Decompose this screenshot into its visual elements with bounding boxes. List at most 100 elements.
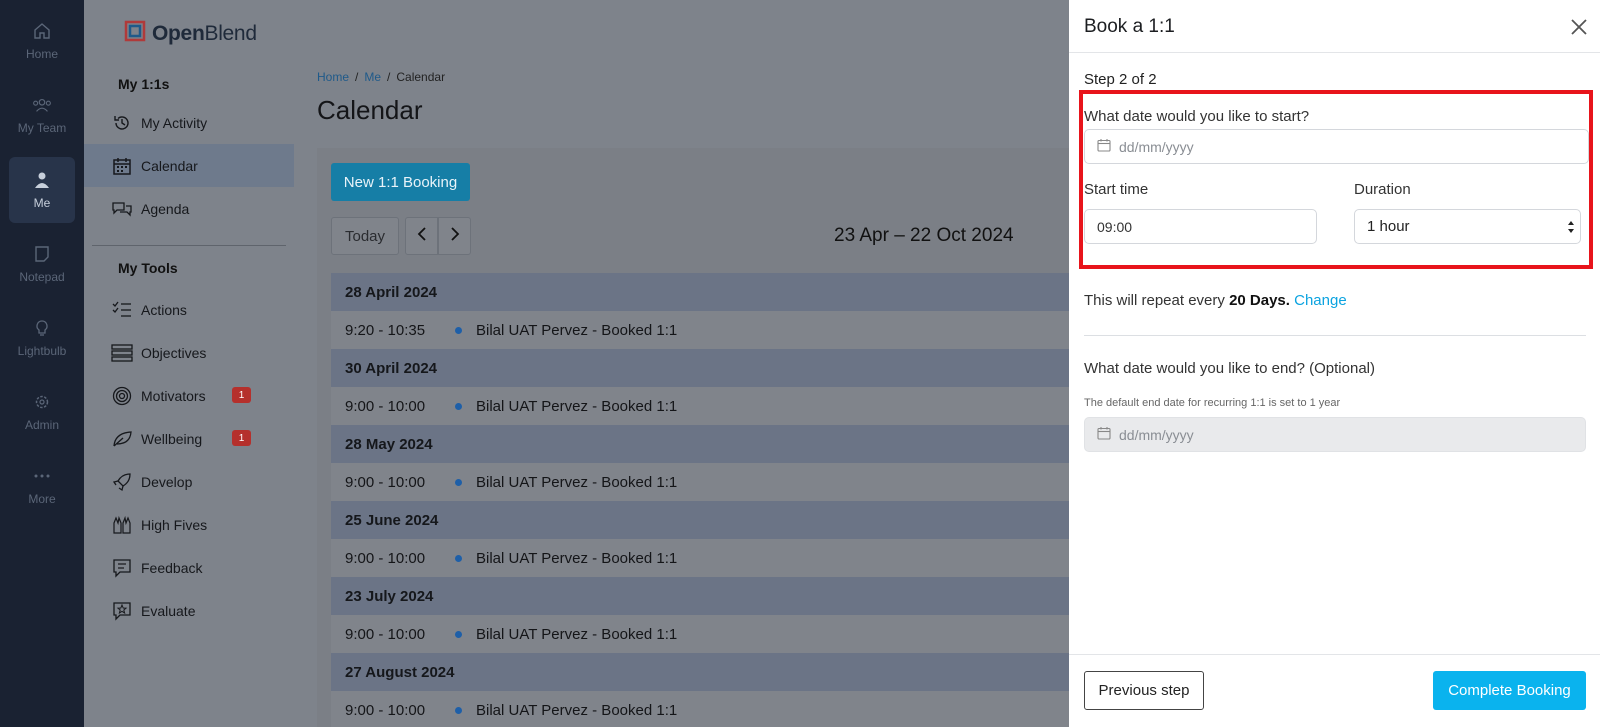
modal-divider [1084,335,1586,336]
rail-item-admin[interactable]: Admin [0,379,84,445]
section-heading-my-tools: My Tools [118,260,178,276]
sidebar-item-label: Feedback [141,559,203,576]
rail-item-my-team[interactable]: My Team [0,82,84,148]
event-title: Bilal UAT Pervez - Booked 1:1 [476,625,678,643]
sidebar-item-motivators[interactable]: Motivators 1 [84,374,294,417]
gear-icon [32,392,52,412]
sidebar-item-label: Calendar [141,157,198,174]
rail-item-lightbulb[interactable]: Lightbulb [0,305,84,371]
date-range-label: 23 Apr – 22 Oct 2024 [834,225,1014,246]
breadcrumb: Home / Me / Calendar [317,70,445,84]
breadcrumb-home[interactable]: Home [317,70,349,84]
agenda-day-header: 30 April 2024 [331,349,1069,387]
end-date-input[interactable]: dd/mm/yyyy [1084,417,1586,452]
more-icon [32,466,52,486]
start-date-input[interactable]: dd/mm/yyyy [1084,129,1589,164]
end-date-label: What date would you like to end? (Option… [1084,360,1375,377]
start-time-input[interactable]: 09:00 [1084,209,1317,244]
sidebar-item-evaluate[interactable]: Evaluate [84,589,294,632]
event-dot [455,402,462,410]
rail-item-label: Lightbulb [17,344,67,358]
agenda-event-row[interactable]: 9:00 - 10:00 Bilal UAT Pervez - Booked 1… [331,539,1069,577]
agenda-list: 28 April 2024 9:20 - 10:35 Bilal UAT Per… [331,273,1069,727]
high-five-icon [111,514,133,536]
leaf-icon [111,428,133,450]
sidebar-item-calendar[interactable]: Calendar [84,144,294,187]
notification-badge: 1 [232,387,251,403]
event-dot [455,554,462,562]
sidebar-item-feedback[interactable]: Feedback [84,546,294,589]
sidebar-divider [92,245,286,246]
agenda-event-row[interactable]: 9:20 - 10:35 Bilal UAT Pervez - Booked 1… [331,311,1069,349]
prev-range-button[interactable] [405,217,438,255]
main-content: Home / Me / Calendar Calendar New 1:1 Bo… [294,0,1069,727]
modal-title: Book a 1:1 [1084,16,1175,37]
step-indicator: Step 2 of 2 [1084,71,1157,88]
rail-item-me[interactable]: Me [9,157,75,223]
repeat-info: This will repeat every 20 Days. Change [1084,292,1347,309]
event-time: 9:00 - 10:00 [345,701,426,719]
sidebar-item-actions[interactable]: Actions [84,288,294,331]
calendar-icon [111,155,133,177]
close-button[interactable] [1569,17,1589,37]
chat-icon [111,198,133,220]
breadcrumb-separator: / [355,70,359,84]
rail-item-notepad[interactable]: Notepad [0,231,84,297]
rail-item-label: Me [33,196,51,210]
new-booking-button[interactable]: New 1:1 Booking [331,163,470,201]
breadcrumb-me[interactable]: Me [364,70,381,84]
sidebar-item-my-activity[interactable]: My Activity [84,101,294,144]
rail-item-label: Home [25,47,58,61]
event-title: Bilal UAT Pervez - Booked 1:1 [476,473,678,491]
repeat-value: 20 Days. [1229,292,1290,309]
event-dot [455,326,462,334]
agenda-day-header: 27 August 2024 [331,653,1069,691]
left-rail: Home My Team Me Notepad Lightbulb Admin … [0,0,84,727]
sidebar-item-label: Actions [141,301,187,318]
modal-footer: Previous step Complete Booking [1069,654,1600,727]
event-title: Bilal UAT Pervez - Booked 1:1 [476,397,678,415]
sidebar-item-label: Wellbeing [141,430,203,447]
agenda-event-row[interactable]: 9:00 - 10:00 Bilal UAT Pervez - Booked 1… [331,387,1069,425]
target-icon [111,385,133,407]
rail-item-label: My Team [17,121,67,135]
sidebar-item-agenda[interactable]: Agenda [84,187,294,230]
home-icon [32,21,52,41]
calendar-icon [1097,138,1111,155]
sidebar-item-objectives[interactable]: Objectives [84,331,294,374]
rocket-icon [111,471,133,493]
agenda-day-header: 28 April 2024 [331,273,1069,311]
sidebar-item-high-fives[interactable]: High Fives [84,503,294,546]
agenda-event-row[interactable]: 9:00 - 10:00 Bilal UAT Pervez - Booked 1… [331,463,1069,501]
section-heading-my-1-1s: My 1:1s [118,76,170,92]
rail-item-label: Notepad [19,270,65,284]
event-time: 9:00 - 10:00 [345,549,426,567]
agenda-day-header: 25 June 2024 [331,501,1069,539]
sidebar-item-label: Develop [141,473,193,490]
event-dot [455,706,462,714]
previous-step-button[interactable]: Previous step [1084,671,1204,710]
agenda-day-header: 23 July 2024 [331,577,1069,615]
today-button[interactable]: Today [331,217,399,255]
event-time: 9:00 - 10:00 [345,397,426,415]
brand-logo[interactable]: OpenBlend [122,18,257,49]
sidebar-item-label: Objectives [141,344,207,361]
event-title: Bilal UAT Pervez - Booked 1:1 [476,549,678,567]
rail-item-home[interactable]: Home [0,8,84,74]
agenda-event-row[interactable]: 9:00 - 10:00 Bilal UAT Pervez - Booked 1… [331,691,1069,727]
feedback-icon [111,557,133,579]
event-dot [455,478,462,486]
rail-item-label: Admin [24,418,59,432]
next-range-button[interactable] [438,217,471,255]
change-link[interactable]: Change [1294,292,1347,309]
end-date-help: The default end date for recurring 1:1 i… [1084,397,1341,409]
sidebar-item-develop[interactable]: Develop [84,460,294,503]
agenda-event-row[interactable]: 9:00 - 10:00 Bilal UAT Pervez - Booked 1… [331,615,1069,653]
sidebar-item-wellbeing[interactable]: Wellbeing 1 [84,417,294,460]
complete-booking-button[interactable]: Complete Booking [1433,671,1586,710]
event-time: 9:00 - 10:00 [345,473,426,491]
rail-item-more[interactable]: More [0,453,84,519]
duration-select[interactable]: 1 hour [1354,209,1581,244]
modal-header: Book a 1:1 [1069,0,1600,53]
calendar-card: New 1:1 Booking Today 23 Apr – 22 Oct 20… [317,148,1069,727]
